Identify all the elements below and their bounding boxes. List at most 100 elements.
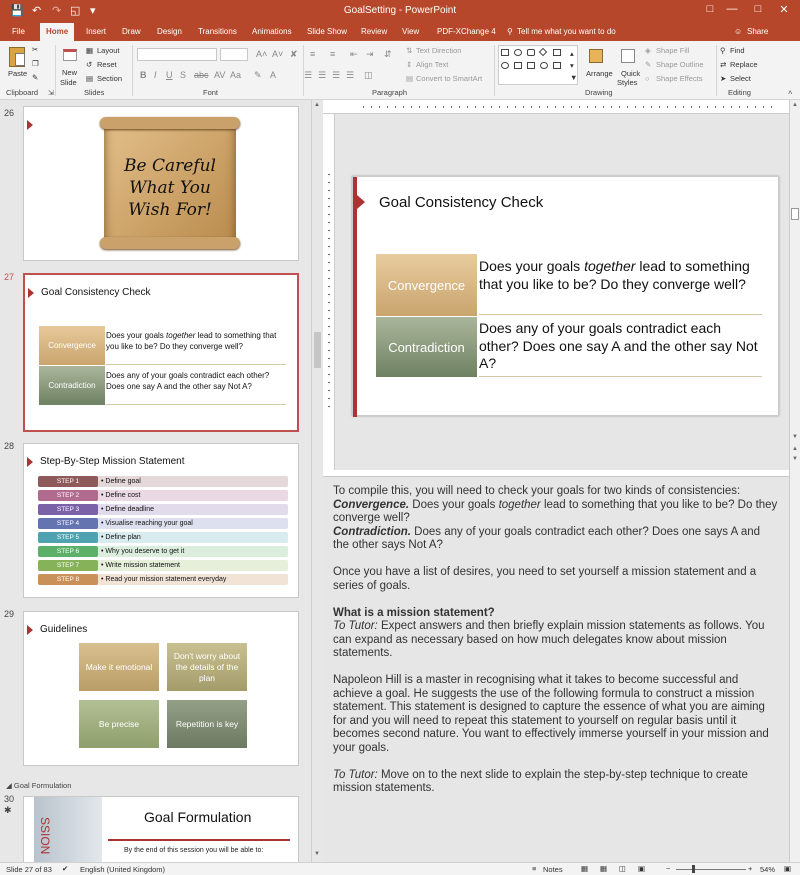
next-slide-icon[interactable]: ▼ (792, 456, 798, 462)
layout-button[interactable]: Layout (97, 46, 120, 55)
shape-effects-button[interactable]: Shape Effects (656, 74, 703, 83)
notes-pane[interactable]: To compile this, you will need to check … (323, 476, 789, 862)
font-name-dropdown[interactable] (137, 48, 217, 61)
copy-icon[interactable]: ❐ (32, 59, 39, 68)
gallery-more-icon[interactable]: ▼ (570, 73, 577, 82)
shape-rectangle-icon[interactable] (501, 49, 509, 56)
tab-draw[interactable]: Draw (122, 27, 141, 36)
shape-smiley-icon[interactable] (540, 62, 548, 69)
tell-me-box[interactable]: Tell me what you want to do (517, 27, 616, 36)
shape-star-icon[interactable] (553, 62, 561, 69)
slide-title[interactable]: Goal Consistency Check (379, 194, 543, 211)
clipboard-launcher-icon[interactable]: ⇲ (48, 89, 54, 97)
spacing-icon[interactable]: AV (214, 70, 225, 80)
shape-rounded-icon[interactable] (527, 49, 535, 56)
find-button[interactable]: Find (730, 46, 745, 55)
shape-outline-button[interactable]: Shape Outline (656, 60, 704, 69)
fit-to-window-icon[interactable]: ▣ (784, 864, 791, 873)
reset-button[interactable]: Reset (97, 60, 117, 69)
zoom-slider-thumb[interactable] (692, 865, 695, 873)
spellcheck-icon[interactable]: ✔ (62, 864, 68, 873)
slide-thumbnail-30[interactable]: SSION Goal Formulation By the end of thi… (23, 796, 299, 862)
slide-thumbnail-28[interactable]: Step-By-Step Mission Statement STEP 1 • D… (23, 443, 299, 598)
minimize-button[interactable]: — (722, 3, 742, 15)
bullets-icon[interactable]: ≡ (310, 49, 315, 59)
paste-button[interactable]: Paste (8, 69, 27, 78)
shape-circle-icon[interactable] (501, 62, 509, 69)
gallery-down-icon[interactable]: ▾ (570, 61, 574, 70)
horizontal-ruler[interactable] (323, 100, 789, 114)
change-case-icon[interactable]: Aa (230, 70, 241, 80)
shadow-icon[interactable]: S (180, 70, 186, 80)
main-slide[interactable]: Goal Consistency Check Convergence Contr… (352, 176, 779, 417)
shape-fill-button[interactable]: Shape Fill (656, 46, 689, 55)
text-direction-button[interactable]: Text Direction (416, 46, 461, 55)
slide-thumbnail-27[interactable]: Goal Consistency Check Convergence Contr… (23, 273, 299, 432)
gallery-up-icon[interactable]: ▴ (570, 49, 574, 58)
font-color-icon[interactable]: A (270, 70, 276, 80)
tab-file[interactable]: File (12, 27, 25, 36)
close-button[interactable]: ✕ (774, 3, 794, 16)
align-text-button[interactable]: Align Text (416, 60, 448, 69)
highlight-icon[interactable]: ✎ (254, 70, 262, 81)
strikethrough-icon[interactable]: abc (194, 70, 209, 80)
slideshow-icon[interactable]: ▣ (638, 864, 645, 873)
select-button[interactable]: Select (730, 74, 751, 83)
shape-textbox-icon[interactable] (553, 49, 561, 56)
underline-icon[interactable]: U (166, 70, 173, 80)
tab-slide-show[interactable]: Slide Show (307, 27, 347, 36)
zoom-slider[interactable] (676, 869, 746, 870)
grow-font-icon[interactable]: A˄ (256, 49, 267, 59)
format-painter-icon[interactable]: ✎ (32, 73, 38, 82)
scroll-down-icon[interactable]: ▼ (792, 434, 798, 440)
cut-icon[interactable]: ✂ (32, 45, 38, 54)
share-button[interactable]: Share (747, 27, 768, 36)
zoom-out-icon[interactable]: − (666, 864, 670, 873)
question-1[interactable]: Does your goals together lead to somethi… (479, 258, 759, 293)
justify-icon[interactable]: ☰ (346, 70, 354, 81)
arrange-button[interactable]: Arrange (586, 69, 613, 78)
zoom-in-icon[interactable]: + (748, 864, 752, 873)
tab-pdf-xchange[interactable]: PDF-XChange 4 (437, 27, 496, 36)
increase-indent-icon[interactable]: ⇥ (366, 49, 374, 60)
tab-insert[interactable]: Insert (86, 27, 106, 36)
collapse-ribbon-icon[interactable]: ˄ (788, 88, 792, 97)
reading-view-icon[interactable]: ◫ (619, 864, 626, 873)
question-2[interactable]: Does any of your goals contradict each o… (479, 320, 759, 373)
contradiction-box[interactable]: Contradiction (376, 317, 477, 377)
ribbon-display-icon[interactable]: □ (700, 3, 720, 15)
zoom-level[interactable]: 54% (760, 865, 775, 874)
decrease-indent-icon[interactable]: ⇤ (350, 49, 358, 60)
scroll-up-icon[interactable]: ▲ (314, 102, 320, 108)
thumbnail-scrollbar[interactable]: ▲ ▼ (311, 100, 323, 862)
editor-scroll-thumb[interactable] (791, 208, 799, 220)
tab-design[interactable]: Design (157, 27, 182, 36)
align-right-icon[interactable]: ☰ (332, 70, 340, 81)
prev-slide-icon[interactable]: ▲ (792, 446, 798, 452)
slide-thumbnail-29[interactable]: Guidelines Make it emotional Don't worry… (23, 611, 299, 766)
slide-sorter-icon[interactable]: ▦ (600, 864, 607, 873)
new-slide-button[interactable]: New (62, 68, 77, 77)
font-size-dropdown[interactable] (220, 48, 248, 61)
align-center-icon[interactable]: ☰ (318, 70, 326, 81)
bold-icon[interactable]: B (140, 70, 147, 80)
vertical-ruler[interactable] (323, 114, 335, 470)
tab-transitions[interactable]: Transitions (198, 27, 237, 36)
align-left-icon[interactable]: ☰ (304, 70, 312, 81)
columns-icon[interactable]: ◫ (364, 70, 373, 81)
section-button[interactable]: Section (97, 74, 122, 83)
tab-view[interactable]: View (402, 27, 419, 36)
shrink-font-icon[interactable]: A˅ (272, 49, 283, 59)
shape-oval-icon[interactable] (514, 49, 522, 56)
tab-animations[interactable]: Animations (252, 27, 292, 36)
shape-arrow-icon[interactable] (527, 62, 535, 69)
normal-view-icon[interactable]: ▦ (581, 864, 588, 873)
line-spacing-icon[interactable]: ⇵ (384, 49, 392, 60)
thumbnail-scroll-thumb[interactable] (314, 332, 321, 368)
numbering-icon[interactable]: ≡ (330, 49, 335, 59)
tab-review[interactable]: Review (361, 27, 387, 36)
editor-scrollbar[interactable]: ▲ ▼ ▲ ▼ (789, 100, 800, 862)
quick-styles-button[interactable]: Quick (621, 69, 640, 78)
slide-thumbnail-26[interactable]: Be Careful What You Wish For! (23, 106, 299, 261)
shape-square-icon[interactable] (514, 62, 522, 69)
